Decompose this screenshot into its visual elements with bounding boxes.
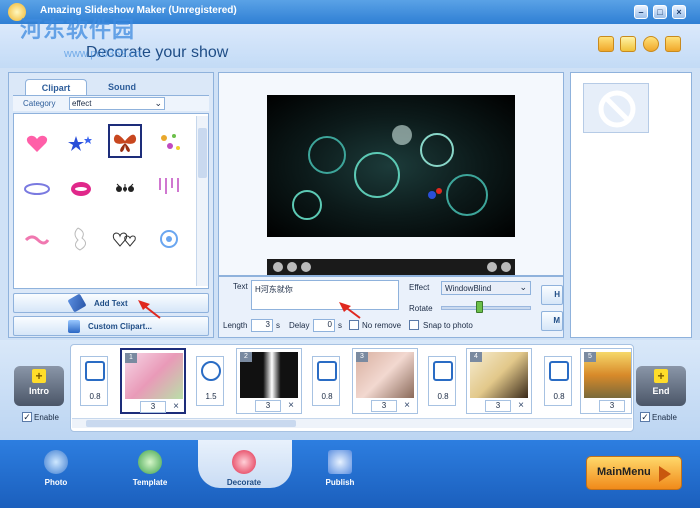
annotation-arrows — [138, 300, 361, 319]
